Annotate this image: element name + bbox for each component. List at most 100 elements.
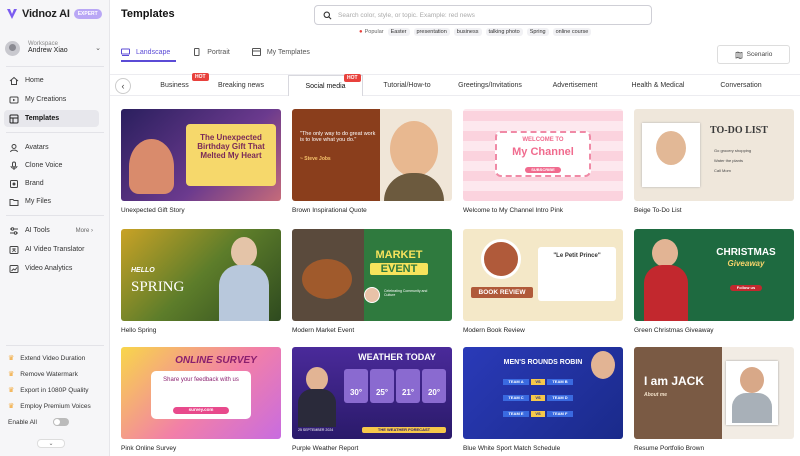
template-card[interactable]: MEN'S ROUNDS ROBIN TEAM A VS TEAM B TEAM… (463, 347, 623, 452)
search-box[interactable] (314, 5, 652, 25)
team-name: TEAM C (503, 395, 529, 402)
template-card[interactable]: The Unexpected Birthday Gift That Melted… (121, 109, 281, 214)
template-thumbnail[interactable]: MEN'S ROUNDS ROBIN TEAM A VS TEAM B TEAM… (463, 347, 623, 439)
template-thumbnail[interactable]: TO-DO LIST Go grocery shopping Water the… (634, 109, 794, 201)
promo-premium-voices[interactable]: ♛ Employ Premium Voices (8, 399, 91, 413)
category-advertisement[interactable]: Advertisement (540, 75, 610, 96)
template-thumbnail[interactable]: MARKET EVENT Celebrating Community and C… (292, 229, 452, 321)
nav-item-clone-voice[interactable]: Clone Voice (4, 157, 99, 174)
enable-all-toggle[interactable] (52, 418, 69, 426)
template-card[interactable]: TO-DO LIST Go grocery shopping Water the… (634, 109, 794, 214)
template-card[interactable]: WELCOME TO My Channel SUBSCRIBE Welcome … (463, 109, 623, 214)
nav-item-home[interactable]: Home (4, 72, 99, 89)
template-label: Modern Book Review (463, 327, 525, 334)
workspace-switcher[interactable]: Workspace Andrew Xiao ⌄ (5, 36, 103, 60)
template-card[interactable]: HELLO SPRING Hello Spring (121, 229, 281, 334)
promo-extend-duration[interactable]: ♛ Extend Video Duration (8, 351, 85, 365)
thumbnail-title: CHRISTMAS (716, 247, 776, 258)
character-illustration (390, 121, 438, 177)
category-conversation[interactable]: Conversation (706, 75, 776, 96)
chevron-left-icon: ‹ (121, 81, 125, 91)
promo-export-1080p[interactable]: ♛ Export in 1080P Quality (8, 383, 88, 397)
template-card[interactable]: MARKET EVENT Celebrating Community and C… (292, 229, 452, 334)
nav-item-templates[interactable]: Templates (4, 110, 99, 127)
template-label: Welcome to My Channel Intro Pink (463, 207, 563, 214)
divider (6, 215, 104, 216)
template-thumbnail[interactable]: BOOK REVIEW "Le Petit Prince" (463, 229, 623, 321)
template-thumbnail[interactable]: CHRISTMAS Giveaway Follow us (634, 229, 794, 321)
category-tutorial[interactable]: Tutorial/How-to (372, 75, 442, 96)
template-thumbnail[interactable]: HELLO SPRING (121, 229, 281, 321)
promo-label: Employ Premium Voices (20, 402, 91, 410)
category-social-media[interactable]: Social media HOT (288, 74, 363, 96)
category-label: Social media (305, 82, 346, 90)
avatar (364, 287, 380, 303)
category-label: Tutorial/How-to (383, 82, 431, 89)
template-card[interactable]: CHRISTMAS Giveaway Follow us Green Chris… (634, 229, 794, 334)
template-card[interactable]: ONLINE SURVEY Share your feedback with u… (121, 347, 281, 452)
template-card[interactable]: BOOK REVIEW "Le Petit Prince" Modern Boo… (463, 229, 623, 334)
scenario-button[interactable]: Scenario (717, 45, 790, 64)
popular-chip[interactable]: business (453, 28, 482, 36)
character-illustration (129, 139, 174, 194)
promo-label: Export in 1080P Quality (20, 386, 89, 394)
nav-item-avatars[interactable]: Avatars (4, 139, 99, 156)
template-thumbnail[interactable]: The Unexpected Birthday Gift That Melted… (121, 109, 281, 201)
template-thumbnail[interactable]: ONLINE SURVEY Share your feedback with u… (121, 347, 281, 439)
tab-landscape[interactable]: Landscape (121, 45, 170, 59)
todo-item: Go grocery shopping (714, 148, 752, 153)
popular-chip[interactable]: online course (552, 28, 592, 36)
popular-label: ● Popular (359, 29, 384, 35)
thumbnail-title: BOOK REVIEW (471, 287, 533, 299)
logo[interactable]: Vidnoz AI EXPERT (6, 6, 102, 22)
nav-item-my-creations[interactable]: My Creations (4, 91, 99, 108)
nav-label: My Files (25, 198, 52, 205)
template-label: Hello Spring (121, 327, 157, 334)
crown-icon: ♛ (8, 371, 15, 378)
template-thumbnail[interactable]: "The only way to do great work is to lov… (292, 109, 452, 201)
nav-label: Brand (25, 180, 44, 187)
popular-chip[interactable]: talking photo (485, 28, 523, 36)
book-character-image (481, 239, 521, 279)
thumbnail-subtitle: Giveaway (727, 259, 765, 268)
workspace-label: Workspace (28, 40, 58, 47)
template-thumbnail[interactable]: WEATHER TODAY 30° 25° 21° 20° 25 SEPTEMB… (292, 347, 452, 439)
nav-item-my-files[interactable]: My Files (4, 193, 99, 210)
nav-label: AI Video Translator (25, 246, 85, 253)
nav-item-video-analytics[interactable]: Video Analytics (4, 260, 99, 277)
avatar-body (298, 389, 336, 427)
popular-chip[interactable]: Spring (526, 28, 549, 36)
search-input[interactable] (338, 11, 638, 19)
popular-chip[interactable]: presentation (413, 28, 450, 36)
hot-badge: HOT (344, 74, 361, 82)
category-greetings[interactable]: Greetings/Invitations (452, 75, 528, 96)
follow-badge: Follow us (730, 285, 762, 292)
template-label: Unexpected Gift Story (121, 207, 185, 214)
popular-chip[interactable]: Easter (387, 28, 410, 36)
vs-label: VS (531, 411, 545, 418)
main-content: Templates ●Popular Easter presentation b… (110, 0, 800, 456)
templates-icon (9, 114, 19, 123)
thumbnail-subtitle: About me (644, 392, 668, 398)
nav-item-brand[interactable]: Brand (4, 175, 99, 192)
tab-portrait[interactable]: Portrait (192, 45, 230, 59)
nav-item-ai-video-translator[interactable]: AI Video Translator (4, 241, 99, 258)
expert-badge: EXPERT (73, 9, 102, 19)
category-prev-button[interactable]: ‹ (115, 78, 131, 94)
category-business[interactable]: Business HOT (132, 73, 217, 96)
more-link[interactable]: More › (76, 228, 93, 234)
nav-item-ai-tools[interactable]: AI Tools More › (4, 222, 99, 239)
promo-remove-watermark[interactable]: ♛ Remove Watermark (8, 367, 78, 381)
template-card[interactable]: WEATHER TODAY 30° 25° 21° 20° 25 SEPTEMB… (292, 347, 452, 452)
thumbnail-title: The Unexpected Birthday Gift That Melted… (197, 133, 265, 160)
template-card[interactable]: "The only way to do great work is to lov… (292, 109, 452, 214)
temperature: 25° (370, 369, 394, 403)
template-thumbnail[interactable]: WELCOME TO My Channel SUBSCRIBE (463, 109, 623, 201)
tab-my-templates[interactable]: My Templates (251, 45, 310, 59)
template-card[interactable]: I am JACK About me Resume Portfolio Brow… (634, 347, 794, 452)
avatar-presenter (231, 237, 257, 267)
category-breaking-news[interactable]: Breaking news (206, 75, 276, 96)
category-health-medical[interactable]: Health & Medical (622, 75, 694, 96)
collapse-button[interactable]: ⌄ (37, 439, 65, 448)
template-thumbnail[interactable]: I am JACK About me (634, 347, 794, 439)
